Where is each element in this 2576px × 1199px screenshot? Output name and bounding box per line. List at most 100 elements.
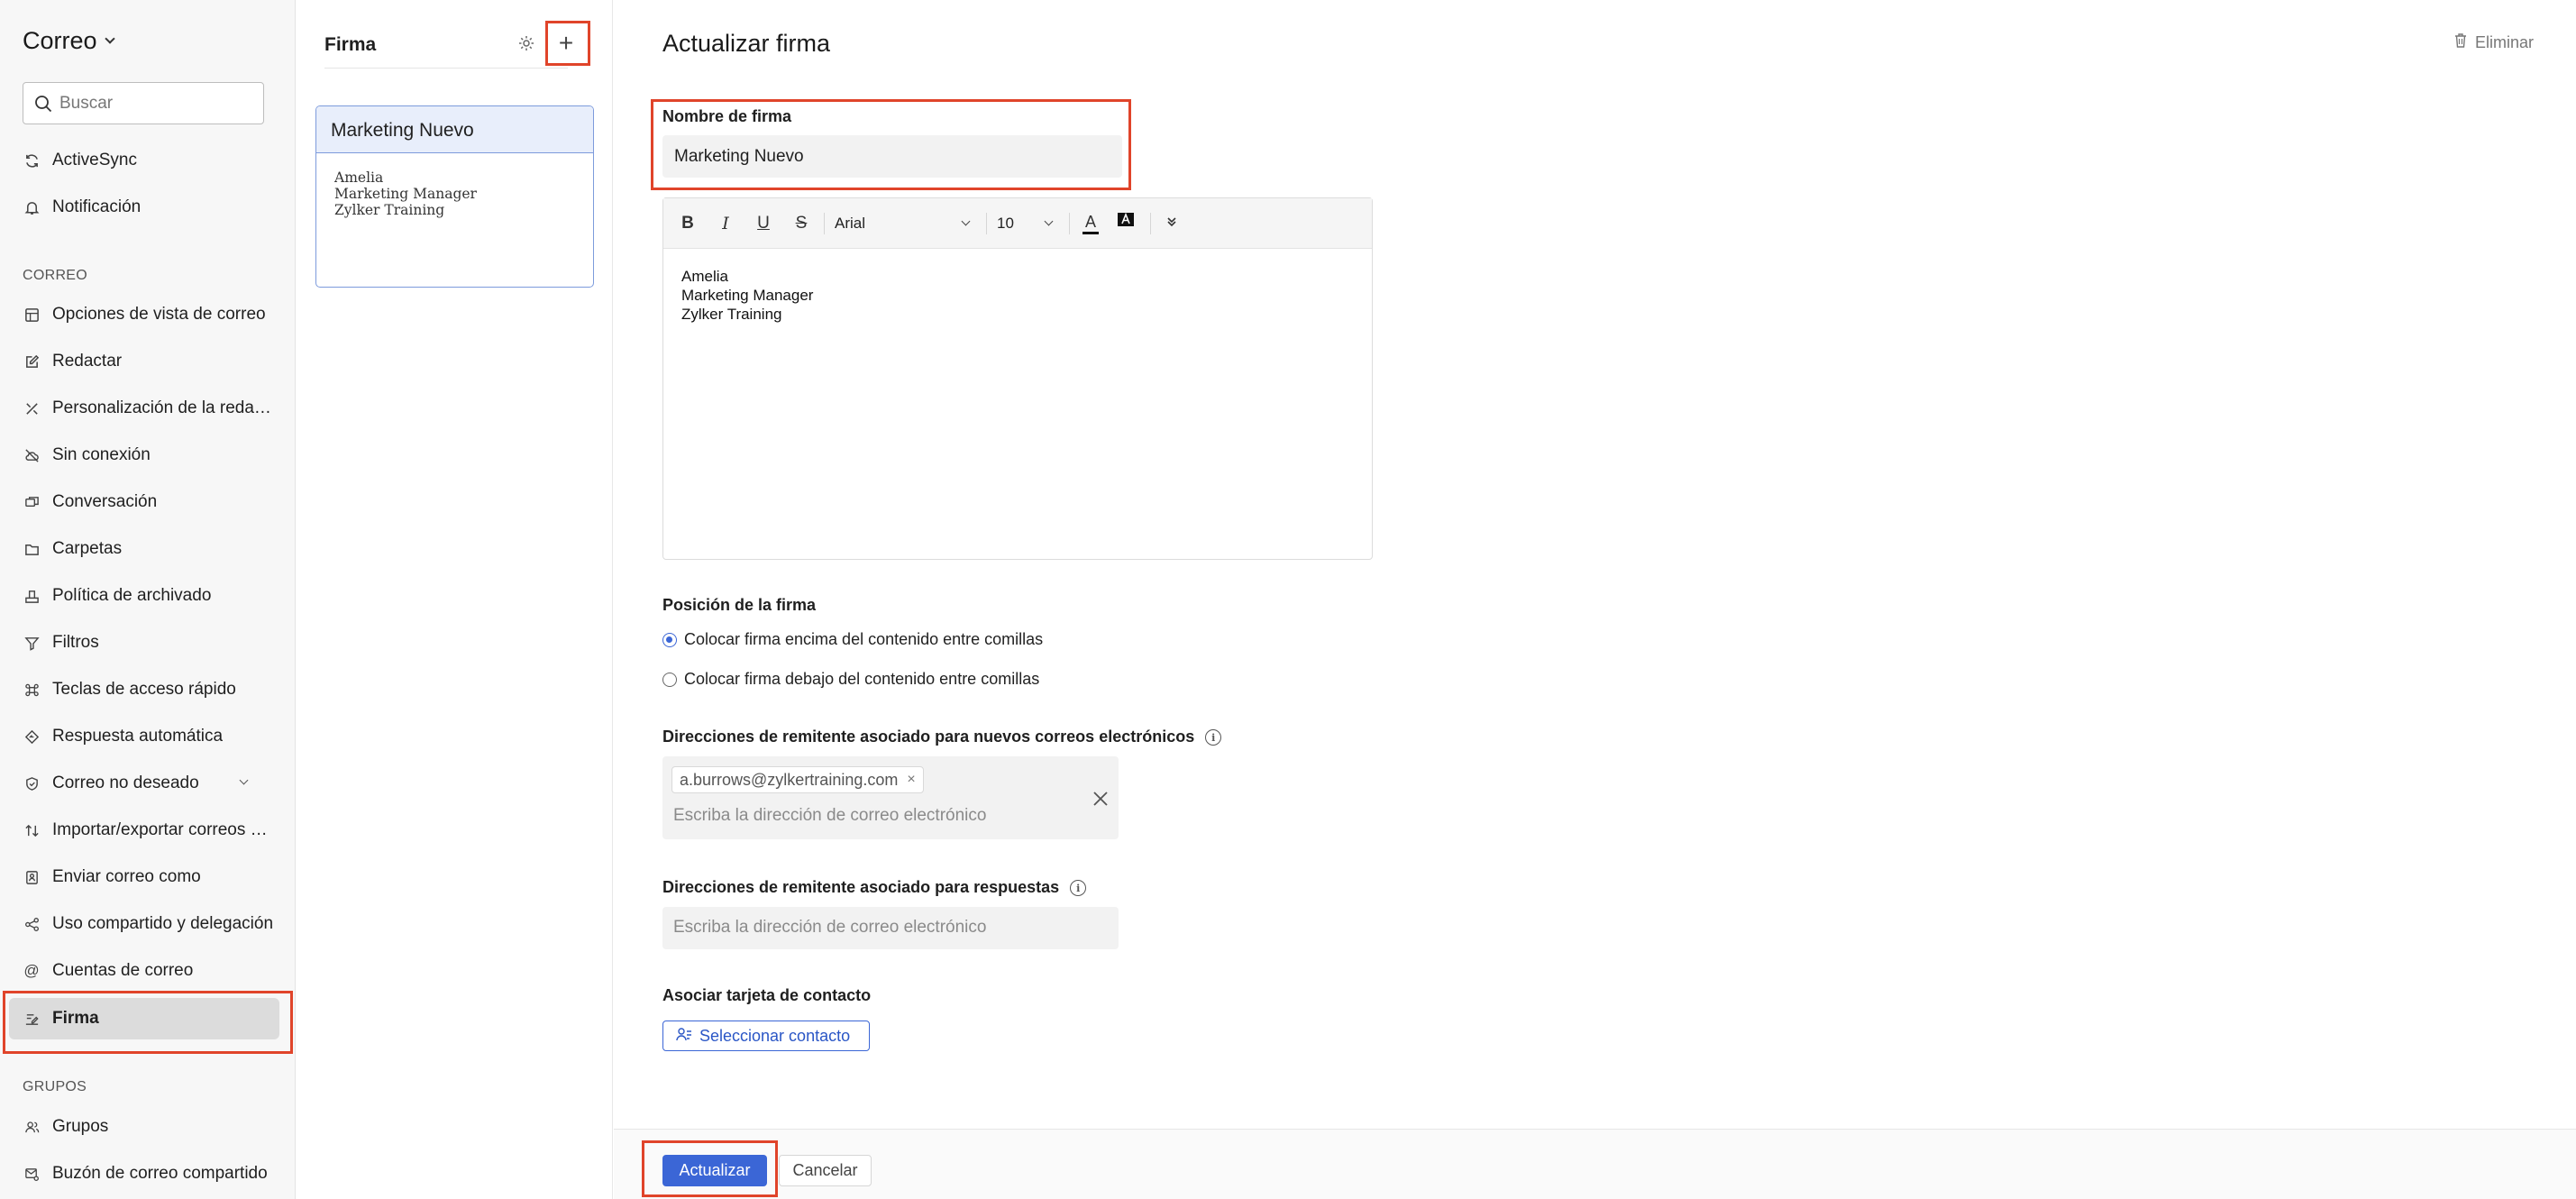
- sync-icon: [23, 152, 40, 169]
- text-color-icon: A: [1084, 212, 1096, 231]
- section-heading-mail: CORREO: [23, 268, 88, 283]
- sidebar-item-label: Cuentas de correo: [52, 961, 194, 980]
- chevron-down-icon: [961, 216, 971, 226]
- sidebar-item-label: Carpetas: [52, 539, 123, 558]
- sidebar-item-label: Conversación: [52, 492, 158, 511]
- radio-button[interactable]: [662, 632, 677, 647]
- sidebar-item-label: Correo no deseado: [52, 773, 199, 792]
- info-icon[interactable]: i: [1070, 880, 1087, 897]
- sidebar-item-mail-accounts[interactable]: @ Cuentas de correo: [9, 950, 279, 992]
- sidebar-item-mail-view-options[interactable]: Opciones de vista de correo: [9, 294, 279, 335]
- delete-button[interactable]: Eliminar: [2453, 32, 2534, 53]
- email-chip-text: a.burrows@zylkertraining.com: [680, 770, 899, 789]
- highlight-color-icon: [1117, 212, 1135, 235]
- background-color-button[interactable]: [1115, 211, 1137, 236]
- signature-card-name: Marketing Nuevo: [316, 106, 593, 153]
- toolbar-divider: [1150, 213, 1151, 234]
- font-size-select[interactable]: 10: [997, 211, 1060, 236]
- shield-icon: [23, 775, 40, 792]
- sidebar-item-spam[interactable]: Correo no deseado: [9, 763, 279, 804]
- sidebar-item-sharing-delegation[interactable]: Uso compartido y delegación: [9, 903, 279, 945]
- folder-icon: [23, 541, 40, 557]
- font-family-select[interactable]: Arial: [835, 211, 979, 236]
- preview-line: Marketing Manager: [334, 186, 477, 202]
- sidebar-item-conversation[interactable]: Conversación: [9, 481, 279, 523]
- sidebar-item-groups[interactable]: Grupos: [9, 1106, 279, 1148]
- sidebar-item-send-as[interactable]: Enviar correo como: [9, 856, 279, 898]
- sidebar-item-label: Redactar: [52, 352, 123, 371]
- signature-card[interactable]: Marketing Nuevo Amelia Marketing Manager…: [315, 105, 594, 288]
- add-signature-button[interactable]: +: [552, 29, 580, 58]
- sidebar-item-archive-policy[interactable]: Política de archivado: [9, 575, 279, 617]
- sidebar-item-import-export[interactable]: Importar/exportar correos electrónicos: [9, 810, 279, 851]
- cancel-button[interactable]: Cancelar: [779, 1155, 872, 1186]
- bold-button[interactable]: B: [678, 211, 698, 236]
- shared-mailbox-icon: [23, 1166, 40, 1182]
- editor-content[interactable]: Amelia Marketing Manager Zylker Training: [663, 249, 1372, 342]
- update-button[interactable]: Actualizar: [662, 1155, 767, 1186]
- more-options-button[interactable]: [1161, 211, 1183, 236]
- text-color-button[interactable]: A: [1080, 211, 1101, 236]
- contact-icon: [676, 1027, 692, 1046]
- sidebar-item-notificacion[interactable]: Notificación: [9, 187, 279, 228]
- italic-button[interactable]: I: [716, 211, 735, 236]
- remove-chip-icon[interactable]: ×: [907, 772, 915, 788]
- toolbar-divider: [986, 213, 987, 234]
- auto-reply-icon: [23, 728, 40, 745]
- sidebar-item-offline[interactable]: Sin conexión: [9, 435, 279, 476]
- plus-icon: +: [558, 29, 574, 57]
- new-address-label: Direcciones de remitente asociado para n…: [662, 728, 1222, 746]
- archive-icon: [23, 588, 40, 604]
- sidebar-item-shared-mailbox[interactable]: Buzón de correo compartido: [9, 1153, 279, 1194]
- sidebar-item-signature[interactable]: Firma: [9, 998, 279, 1039]
- signature-name-input[interactable]: [662, 135, 1122, 178]
- page-title: Actualizar firma: [662, 30, 831, 57]
- sidebar-item-label: Respuesta automática: [52, 727, 224, 746]
- sidebar-item-shortcuts[interactable]: Teclas de acceso rápido: [9, 669, 279, 710]
- signature-list-title: Firma: [324, 34, 377, 55]
- reply-address-input[interactable]: [673, 918, 1106, 938]
- sidebar-item-label: Buzón de correo compartido: [52, 1164, 268, 1183]
- font-size-value: 10: [997, 215, 1014, 232]
- sidebar-item-auto-reply[interactable]: Respuesta automática: [9, 716, 279, 757]
- chevron-down-icon: [1044, 216, 1054, 226]
- position-option-above[interactable]: Colocar firma encima del contenido entre…: [662, 630, 1043, 649]
- search-input[interactable]: [59, 93, 249, 114]
- reply-address-field[interactable]: [662, 907, 1119, 949]
- toolbar-divider: [824, 213, 825, 234]
- position-option-below[interactable]: Colocar firma debajo del contenido entre…: [662, 670, 1039, 689]
- reply-address-label: Direcciones de remitente asociado para r…: [662, 878, 1087, 897]
- sidebar-item-compose-customization[interactable]: Personalización de la redacción: [9, 388, 279, 429]
- at-icon: @: [23, 962, 40, 979]
- sidebar-item-label: Grupos: [52, 1117, 109, 1136]
- sidebar-item-label: Enviar correo como: [52, 867, 201, 886]
- form-footer: Actualizar Cancelar: [614, 1129, 2576, 1199]
- gear-icon[interactable]: [517, 34, 535, 57]
- divider: [324, 68, 568, 69]
- new-address-input[interactable]: [673, 806, 1052, 826]
- radio-button[interactable]: [662, 672, 677, 687]
- sidebar-item-label: Opciones de vista de correo: [52, 305, 266, 324]
- sidebar-item-folders[interactable]: Carpetas: [9, 528, 279, 570]
- search-box[interactable]: [23, 82, 264, 124]
- underline-button[interactable]: U: [754, 211, 773, 236]
- sidebar-item-filters[interactable]: Filtros: [9, 622, 279, 664]
- select-contact-button[interactable]: Seleccionar contacto: [662, 1021, 870, 1051]
- sidebar-item-activesync[interactable]: ActiveSync: [9, 140, 279, 181]
- app-switcher[interactable]: Correo: [23, 27, 115, 55]
- command-icon: [23, 682, 40, 698]
- info-icon[interactable]: i: [1205, 729, 1222, 746]
- search-icon: [35, 95, 52, 112]
- font-family-value: Arial: [835, 215, 866, 232]
- groups-icon: [23, 1119, 40, 1135]
- delete-label: Eliminar: [2475, 33, 2535, 51]
- clear-icon[interactable]: [1092, 788, 1109, 813]
- strikethrough-button[interactable]: S: [791, 211, 811, 236]
- sidebar-item-compose[interactable]: Redactar: [9, 341, 279, 382]
- contact-card-label: Asociar tarjeta de contacto: [662, 986, 872, 1004]
- sidebar-item-label: Filtros: [52, 633, 99, 652]
- editor-toolbar: B I U S Arial 10 A: [663, 198, 1372, 249]
- customize-icon: [23, 400, 40, 416]
- chevron-down-icon[interactable]: [239, 775, 249, 785]
- new-address-field[interactable]: a.burrows@zylkertraining.com ×: [662, 756, 1119, 839]
